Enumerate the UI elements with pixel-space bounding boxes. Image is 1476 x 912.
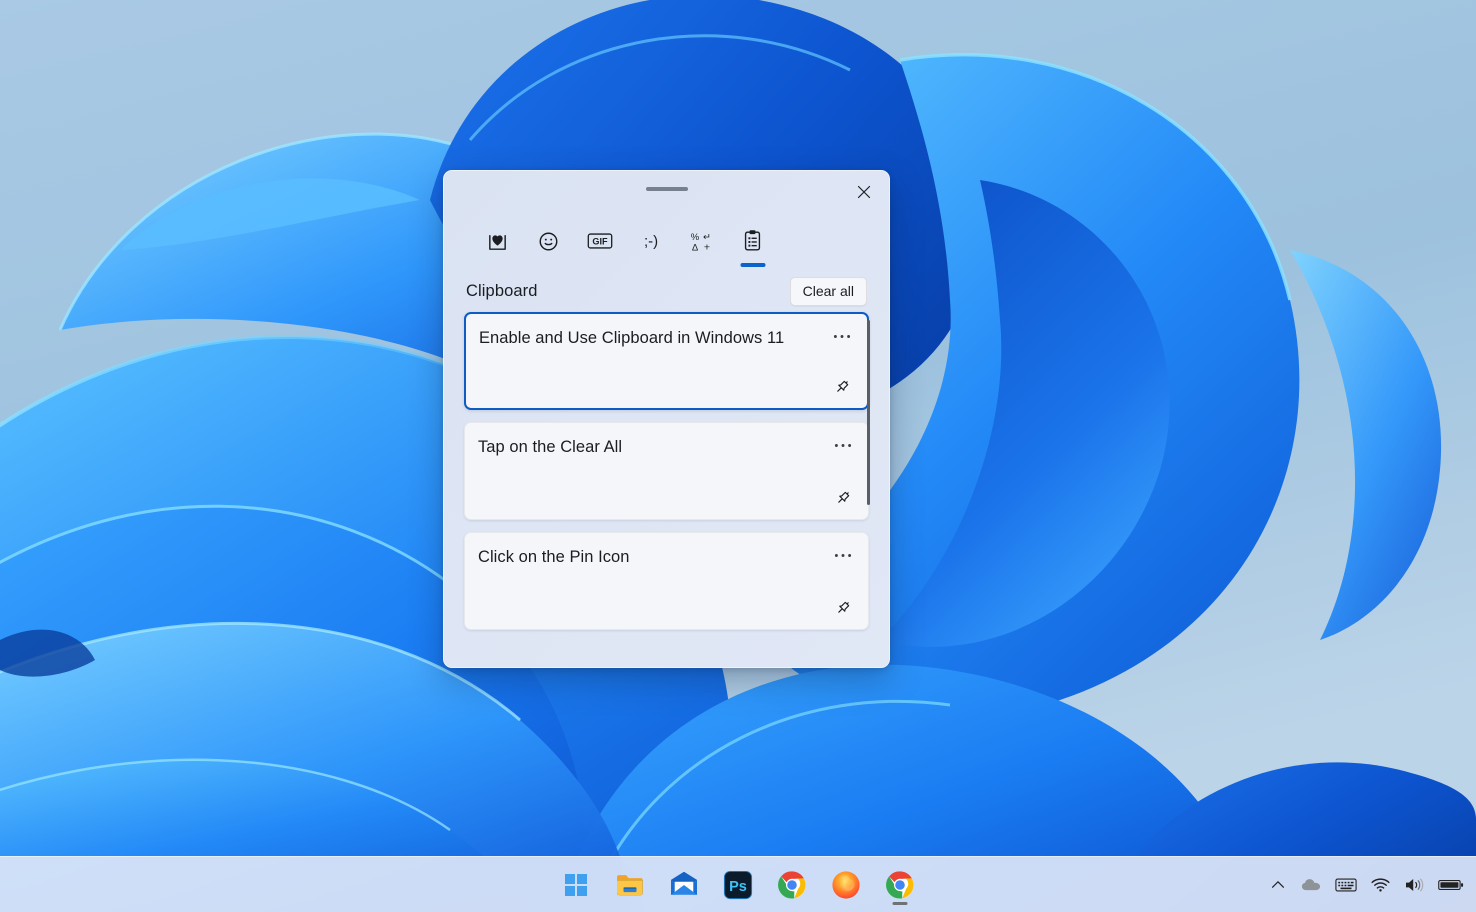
page-title: Clipboard: [466, 282, 538, 301]
taskbar-chrome[interactable]: [770, 863, 814, 907]
panel-title-row: [444, 171, 889, 211]
clipboard-item-pin-button[interactable]: [828, 483, 858, 511]
clipboard-item[interactable]: Click on the Pin Icon: [464, 532, 869, 630]
symbols-icon: % ↵ Δ +: [689, 227, 715, 255]
tray-onedrive[interactable]: [1295, 865, 1327, 905]
chrome-icon: [777, 870, 807, 900]
taskbar-photoshop[interactable]: Ps: [716, 863, 760, 907]
wifi-icon: [1371, 877, 1390, 893]
tab-gif[interactable]: GIF: [576, 221, 623, 269]
svg-text:+: +: [703, 242, 709, 254]
clipboard-panel: GIF ;-) % ↵ Δ: [443, 170, 890, 668]
clipboard-item-pin-button[interactable]: [828, 593, 858, 621]
ellipsis-icon: [834, 443, 852, 448]
taskbar: Ps: [0, 856, 1476, 912]
clipboard-item-text: Click on the Pin Icon: [478, 548, 629, 567]
tray-input-indicator[interactable]: [1329, 865, 1363, 905]
clear-all-button[interactable]: Clear all: [790, 277, 867, 306]
clipboard-item-text: Enable and Use Clipboard in Windows 11: [479, 329, 784, 348]
taskbar-chrome-window[interactable]: [878, 863, 922, 907]
pin-icon: [835, 489, 852, 506]
taskbar-active-indicator: [893, 902, 908, 905]
tab-recently-used[interactable]: [474, 221, 521, 269]
tab-indicator: [740, 263, 765, 267]
taskbar-app-area: Ps: [554, 857, 922, 912]
clipboard-item[interactable]: Tap on the Clear All: [464, 422, 869, 520]
smiley-icon: [537, 227, 560, 255]
mail-icon: [669, 872, 699, 898]
clipboard-list-header: Clipboard Clear all: [444, 269, 889, 312]
scrollbar-thumb[interactable]: [867, 320, 870, 505]
tray-volume[interactable]: [1398, 865, 1430, 905]
scrollbar-track[interactable]: [867, 320, 870, 658]
tray-network[interactable]: [1365, 865, 1396, 905]
tray-show-hidden-icons[interactable]: [1263, 865, 1293, 905]
speaker-icon: [1404, 877, 1424, 893]
svg-text:Δ: Δ: [691, 243, 698, 254]
svg-text:Ps: Ps: [729, 879, 747, 895]
taskbar-mail[interactable]: [662, 863, 706, 907]
svg-text:;-): ;-): [643, 233, 657, 250]
taskbar-file-explorer[interactable]: [608, 863, 652, 907]
tab-emoji[interactable]: [525, 221, 572, 269]
drag-handle[interactable]: [646, 187, 688, 191]
keyboard-icon: [1335, 877, 1357, 893]
pin-icon: [834, 378, 851, 395]
svg-text:GIF: GIF: [592, 237, 608, 247]
clipboard-icon: [741, 227, 764, 255]
tab-clipboard[interactable]: [729, 221, 776, 269]
taskbar-firefox[interactable]: [824, 863, 868, 907]
battery-icon: [1438, 878, 1464, 892]
ellipsis-icon: [834, 553, 852, 558]
kaomoji-icon: ;-): [637, 227, 665, 255]
taskbar-start-button[interactable]: [554, 863, 598, 907]
svg-text:%: %: [690, 232, 699, 243]
tab-symbols[interactable]: % ↵ Δ +: [678, 221, 725, 269]
folder-icon: [615, 872, 645, 898]
windows-logo-icon: [564, 873, 588, 897]
clipboard-item-more-button[interactable]: [827, 322, 857, 350]
clipboard-item[interactable]: Enable and Use Clipboard in Windows 11: [464, 312, 869, 410]
chrome-icon: [885, 870, 915, 900]
clipboard-item-pin-button[interactable]: [827, 372, 857, 400]
cloud-icon: [1301, 877, 1321, 893]
clipboard-item-more-button[interactable]: [828, 431, 858, 459]
clipboard-item-more-button[interactable]: [828, 541, 858, 569]
panel-tab-strip: GIF ;-) % ↵ Δ: [444, 211, 889, 269]
chevron-up-icon: [1270, 877, 1286, 893]
close-icon: [856, 184, 872, 200]
tray-battery[interactable]: [1432, 865, 1470, 905]
close-button[interactable]: [847, 177, 881, 207]
gif-icon: GIF: [587, 227, 613, 255]
pin-icon: [835, 599, 852, 616]
tab-kaomoji[interactable]: ;-): [627, 221, 674, 269]
system-tray: [1263, 857, 1470, 912]
heart-in-box-icon: [486, 227, 509, 255]
firefox-icon: [831, 870, 861, 900]
photoshop-icon: Ps: [723, 870, 753, 900]
clipboard-items-list: Enable and Use Clipboard in Windows 11: [464, 312, 869, 668]
ellipsis-icon: [833, 334, 851, 339]
clipboard-item-text: Tap on the Clear All: [478, 438, 622, 457]
